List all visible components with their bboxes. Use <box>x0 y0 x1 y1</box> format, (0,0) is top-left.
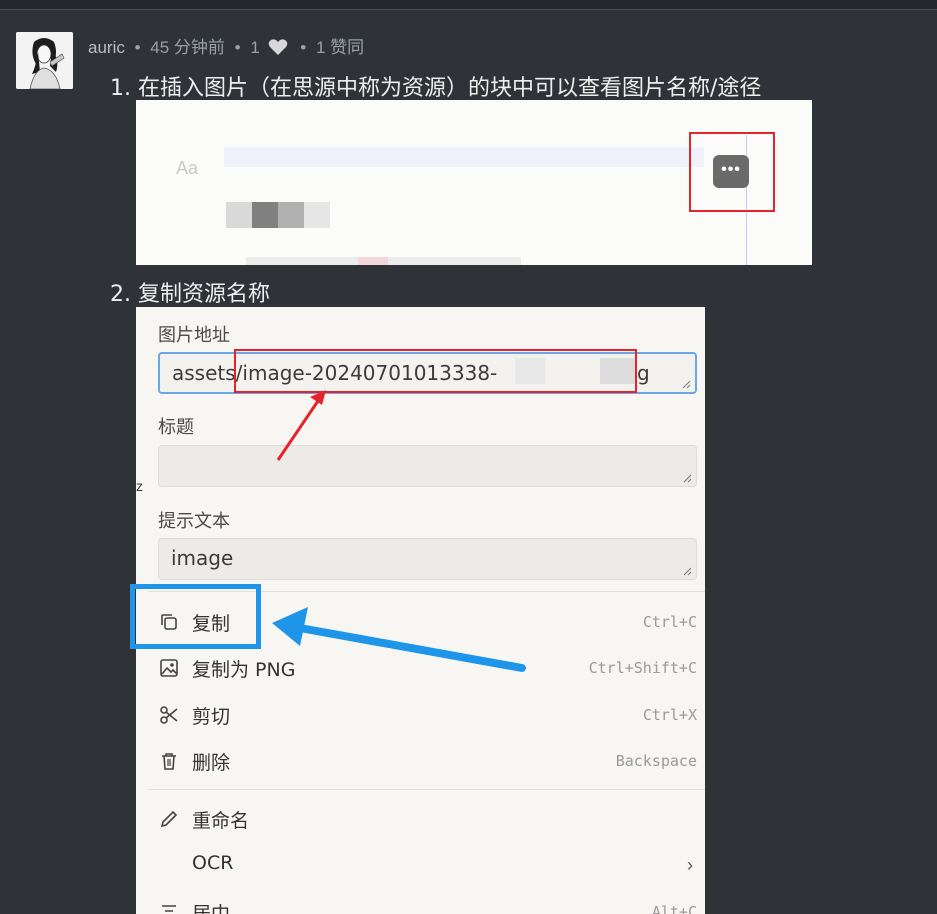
aa-label: Aa <box>176 158 199 178</box>
menu-item-ocr[interactable]: OCR › <box>136 843 705 887</box>
red-highlight-box <box>689 132 775 212</box>
step-1-text: 1. 在插入图片（在思源中称为资源）的块中可以查看图片名称/途径 <box>110 76 762 101</box>
top-divider <box>0 0 937 10</box>
menu-item-delete[interactable]: 删除 Backspace <box>136 739 705 783</box>
alt-text-input[interactable]: image <box>158 538 697 580</box>
resize-grip-icon[interactable] <box>682 473 692 483</box>
resize-grip-icon[interactable] <box>681 379 691 389</box>
blurred-pixel <box>226 202 252 228</box>
blue-highlight-box <box>130 584 261 649</box>
menu-item-copy-as-png[interactable]: 复制为 PNG Ctrl+Shift+C <box>136 646 705 690</box>
title-input[interactable] <box>158 445 697 487</box>
image-address-tail: g <box>637 361 650 385</box>
field-label-image-address: 图片地址 <box>158 325 230 346</box>
menu-item-cut[interactable]: 剪切 Ctrl+X <box>136 693 705 737</box>
red-highlight-box <box>234 349 637 393</box>
avatar-illustration <box>16 32 73 89</box>
blurred-pixel <box>252 202 278 228</box>
blurred-pixel <box>278 202 304 228</box>
blurred-text <box>224 147 704 167</box>
menu-item-shortcut: Ctrl+Shift+C <box>588 659 697 677</box>
alt-text-value: image <box>171 546 234 570</box>
edge-glyph: z <box>136 478 143 494</box>
screenshot-block-editor: Aa ••• <box>136 100 812 265</box>
menu-item-shortcut: Ctrl+C <box>642 613 697 631</box>
step-2-text: 2. 复制资源名称 <box>110 282 270 307</box>
separator-dot: • <box>300 38 307 57</box>
heart-icon[interactable] <box>268 38 288 61</box>
field-label-alt-text: 提示文本 <box>158 511 230 532</box>
menu-item-label: 删除 <box>192 752 231 774</box>
separator-dot: • <box>134 38 141 57</box>
menu-item-shortcut: Alt+C <box>651 903 697 914</box>
image-icon <box>160 659 178 677</box>
author-name[interactable]: auric <box>88 38 125 57</box>
field-label-title: 标题 <box>158 417 194 438</box>
menu-item-label: OCR <box>192 852 234 874</box>
blurred-pixel <box>358 257 388 265</box>
post-time: 45 分钟前 <box>150 38 225 57</box>
menu-item-label: 居中 <box>192 903 231 914</box>
menu-item-label: 剪切 <box>192 706 231 728</box>
menu-item-rename[interactable]: 重命名 <box>136 797 705 841</box>
agree-count[interactable]: 1 赞同 <box>316 38 364 57</box>
trash-icon <box>162 753 176 770</box>
separator-dot: • <box>234 38 241 57</box>
post-meta: auric • 45 分钟前 • 1 • 1 赞同 <box>88 33 364 61</box>
blurred-pixel <box>304 202 330 228</box>
pencil-icon <box>160 810 178 828</box>
menu-item-label: 重命名 <box>192 810 250 832</box>
menu-divider <box>148 789 705 790</box>
menu-item-label: 复制为 PNG <box>192 659 296 681</box>
menu-item-center[interactable]: 居中 Alt+C <box>136 890 705 914</box>
like-count: 1 <box>250 38 260 57</box>
scissors-icon <box>160 706 178 724</box>
menu-item-shortcut: Ctrl+X <box>642 706 697 724</box>
avatar[interactable] <box>16 32 73 89</box>
chevron-right-icon: › <box>687 855 693 875</box>
align-center-icon <box>162 905 176 912</box>
resize-grip-icon[interactable] <box>682 566 692 576</box>
menu-item-shortcut: Backspace <box>615 752 697 770</box>
